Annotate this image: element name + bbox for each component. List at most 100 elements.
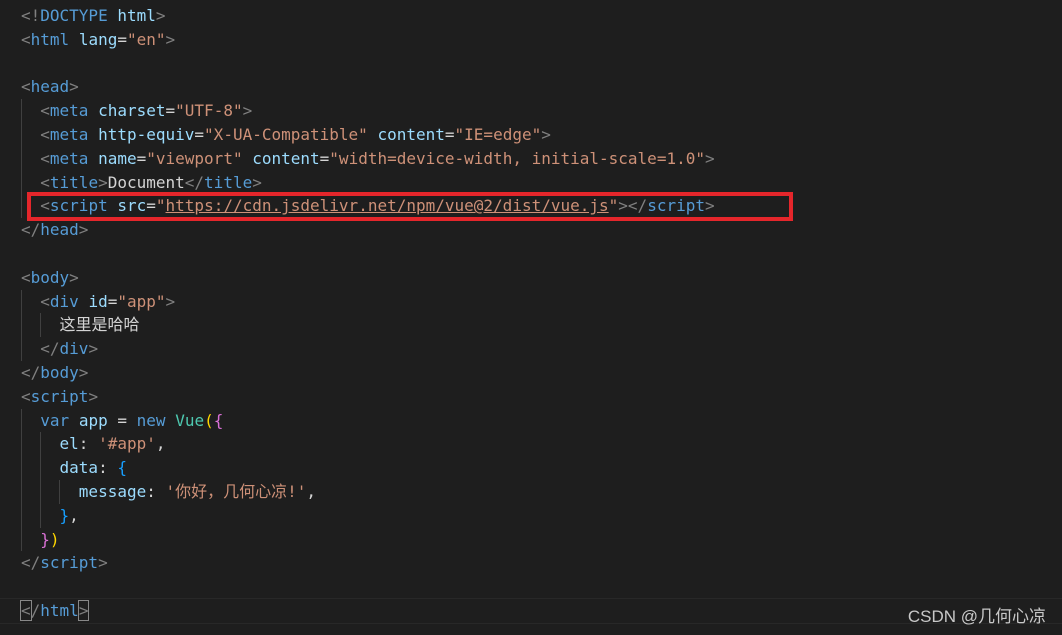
code-line-25[interactable] [21, 575, 1062, 599]
tag-name: div [59, 339, 89, 359]
code-line-4[interactable]: <head> [21, 75, 1062, 99]
attr-value: "en" [126, 29, 166, 49]
tag-name: head [40, 220, 79, 240]
indent-guide [21, 503, 22, 528]
indent-guide [21, 313, 22, 338]
code-line-16[interactable]: </body> [21, 361, 1062, 385]
attr-name: lang [78, 29, 118, 49]
equals: = [117, 29, 127, 49]
attr-value: "UTF-8" [175, 101, 243, 121]
code-line-17[interactable]: <script> [21, 385, 1062, 409]
punct: < [21, 267, 31, 287]
indent-guide [40, 456, 41, 480]
brace: { [213, 410, 224, 430]
punct: < [21, 77, 31, 97]
code-line-24[interactable]: </script> [21, 551, 1062, 575]
punct: < [40, 172, 50, 192]
punct: > [69, 267, 79, 287]
indent-guide [21, 99, 22, 123]
brace: } [59, 505, 70, 525]
punct: / [30, 600, 41, 620]
code-line-22[interactable]: }, [21, 503, 1062, 528]
equals: = [117, 410, 127, 430]
tag-name: meta [49, 124, 89, 144]
equals: = [136, 148, 147, 168]
code-line-13[interactable]: <div id="app"> [21, 289, 1062, 314]
tag-name: html [40, 600, 79, 620]
attr-name: content [377, 124, 445, 144]
colon: : [78, 434, 99, 454]
colon: : [98, 458, 118, 478]
string-value: '你好，几何心凉!' [165, 481, 307, 501]
indent-guide [21, 122, 22, 147]
code-line-18[interactable]: var app = new Vue({ [21, 408, 1062, 433]
code-line-11[interactable] [21, 242, 1062, 266]
attr-name: content [252, 148, 320, 168]
code-line-7[interactable]: <meta name="viewport" content="width=dev… [21, 146, 1062, 171]
red-highlight-box [27, 192, 793, 221]
indent-guide [21, 479, 22, 504]
code-line-10[interactable]: </head> [21, 218, 1062, 242]
code-line-15[interactable]: </div> [21, 337, 1062, 361]
code-line-19[interactable]: el: '#app', [21, 432, 1062, 457]
punct: > [98, 553, 108, 573]
code-line-21[interactable]: message: '你好，几何心凉!', [21, 479, 1062, 504]
tag-name: body [40, 362, 79, 382]
tag-name: body [30, 267, 70, 287]
tag-name: html [30, 29, 70, 49]
paren: ( [204, 410, 214, 430]
code-line-12[interactable]: <body> [21, 266, 1062, 290]
punct: < [40, 148, 50, 168]
tag-name: script [30, 386, 89, 406]
punct: > [98, 172, 108, 192]
code-line-23[interactable]: }) [21, 527, 1062, 552]
code-editor[interactable]: <!DOCTYPE html> <html lang="en"> <head> … [0, 0, 1062, 635]
attr-value: "app" [117, 291, 166, 311]
indent-guide [21, 289, 22, 314]
punct: < [20, 599, 32, 621]
attr-value: "width=device-width, initial-scale=1.0" [329, 148, 705, 168]
tag-name: title [49, 172, 99, 192]
code-line-14[interactable]: 这里是哈哈 [21, 313, 1062, 338]
punct: > [704, 148, 715, 168]
punct: > [252, 172, 262, 192]
code-line-1[interactable]: <!DOCTYPE html> [21, 4, 1062, 28]
object-key: el [59, 434, 79, 454]
code-line-2[interactable]: <html lang="en"> [21, 28, 1062, 52]
attr-value: "IE=edge" [454, 124, 542, 144]
tag-name: head [30, 77, 70, 97]
equals: = [319, 148, 330, 168]
punct: > [541, 124, 551, 144]
code-area[interactable]: <!DOCTYPE html> <html lang="en"> <head> … [20, 4, 1062, 623]
indent-guide [21, 337, 22, 361]
punct: > [69, 77, 79, 97]
code-line-5[interactable]: <meta charset="UTF-8"> [21, 99, 1062, 123]
indent-guide [59, 479, 60, 504]
watermark-text: CSDN @几何心凉 [907, 607, 1046, 626]
variable-name: app [78, 410, 108, 430]
object-key: data [59, 458, 99, 478]
indent-guide [40, 313, 41, 338]
code-line-6[interactable]: <meta http-equiv="X-UA-Compatible" conte… [21, 122, 1062, 147]
punct: < [40, 101, 50, 121]
tag-name: div [49, 291, 79, 311]
code-line-20[interactable]: data: { [21, 456, 1062, 480]
equals: = [194, 124, 205, 144]
punct: > [78, 362, 89, 382]
punct: </ [40, 339, 60, 359]
tag-name: title [204, 172, 253, 192]
equals: = [107, 291, 118, 311]
code-line-3[interactable] [21, 52, 1062, 76]
punct: <! [21, 6, 41, 25]
comma: , [69, 505, 79, 525]
equals: = [165, 101, 176, 121]
punct: > [78, 220, 89, 240]
attr-name: name [98, 148, 137, 168]
attr-name: id [88, 291, 108, 311]
tag-name: script [40, 553, 99, 573]
code-line-8[interactable]: <title>Document</title> [21, 170, 1062, 195]
punct: < [21, 29, 31, 49]
punct: > [155, 6, 166, 25]
punct: </ [21, 220, 41, 240]
code-line-26[interactable]: </html> [20, 599, 1062, 623]
